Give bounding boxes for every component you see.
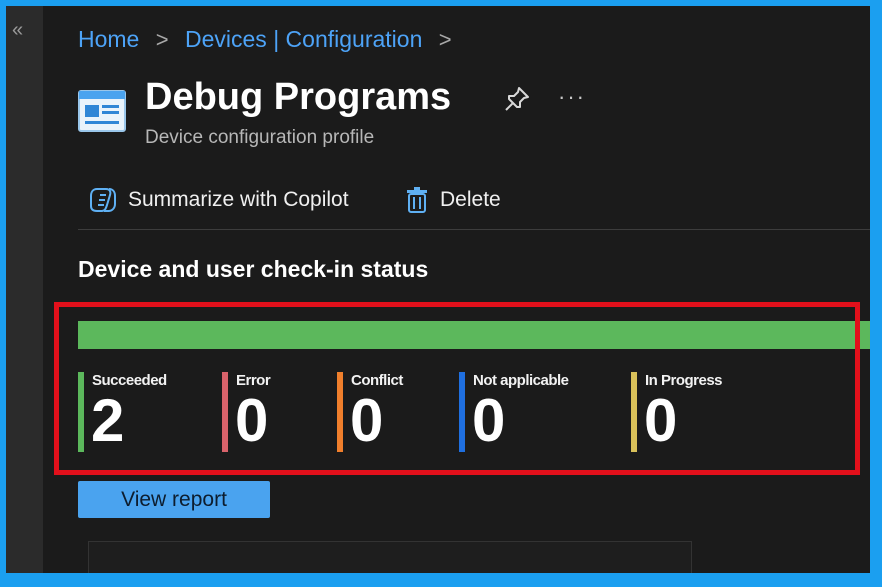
portal-frame: « Home > Devices | Configuration > Debug… (6, 6, 870, 573)
content-panel (88, 541, 692, 573)
breadcrumb: Home > Devices | Configuration > (78, 26, 462, 53)
view-report-button[interactable]: View report (78, 481, 270, 518)
delete-label: Delete (440, 188, 501, 211)
collapse-sidebar-icon[interactable]: « (12, 20, 23, 40)
breadcrumb-home[interactable]: Home (78, 26, 139, 52)
toolbar-divider (78, 229, 870, 230)
left-rail: « (6, 6, 43, 573)
delete-button[interactable]: Delete (404, 184, 501, 216)
more-options-icon[interactable]: ··· (558, 84, 586, 110)
chevron-right-icon: > (438, 27, 452, 52)
page-title: Debug Programs (145, 76, 452, 118)
pin-icon[interactable] (502, 84, 532, 114)
breadcrumb-devices-configuration[interactable]: Devices | Configuration (185, 26, 422, 52)
checkin-status-heading: Device and user check-in status (78, 256, 429, 282)
summarize-with-copilot-button[interactable]: Summarize with Copilot (88, 184, 349, 216)
highlight-box (54, 302, 860, 475)
profile-icon (78, 90, 126, 132)
chevron-right-icon: > (155, 27, 169, 52)
page-subtitle: Device configuration profile (145, 127, 375, 148)
trash-icon (407, 187, 427, 213)
copilot-icon (90, 188, 116, 212)
summarize-with-copilot-label: Summarize with Copilot (128, 188, 349, 211)
